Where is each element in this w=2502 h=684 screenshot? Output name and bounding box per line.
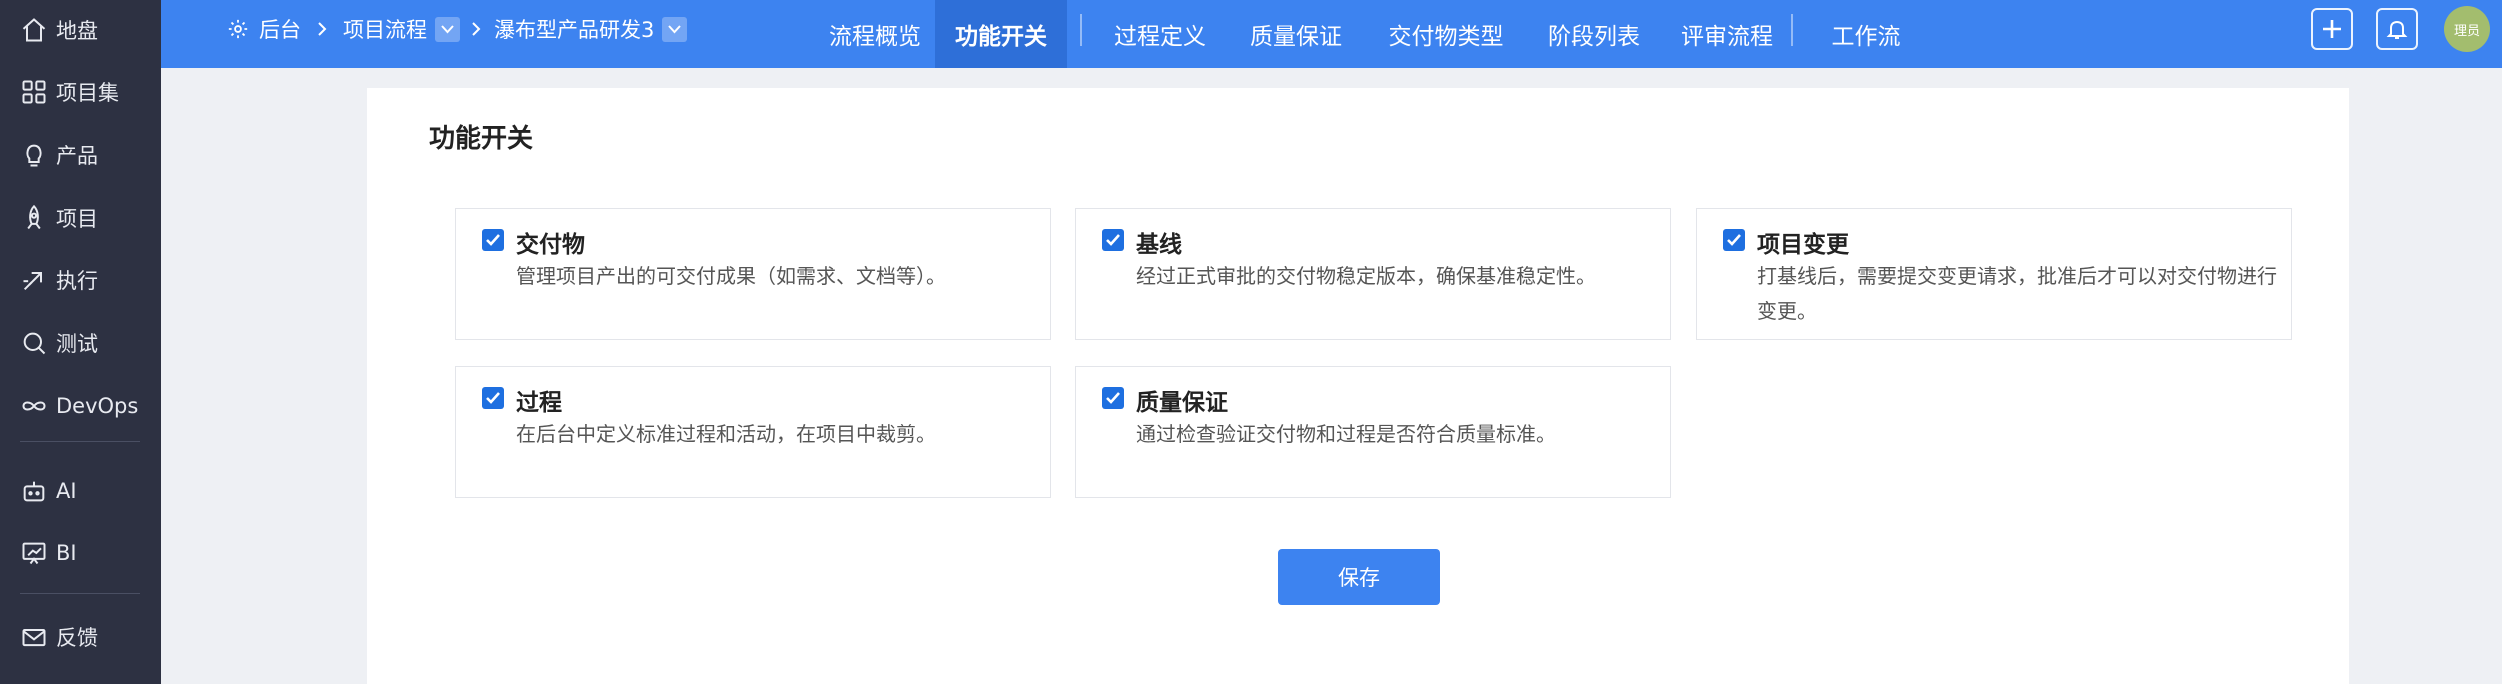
- feature-checkbox[interactable]: [1102, 229, 1124, 251]
- sidebar-item-program[interactable]: 项目集: [0, 68, 161, 116]
- sprint-icon: [23, 272, 42, 291]
- sidebar-item-label: 产品: [56, 144, 98, 168]
- feature-title: 交付物: [516, 232, 585, 258]
- tab-quality-assurance[interactable]: 质量保证: [1231, 0, 1361, 68]
- breadcrumb-process-label: 项目流程: [343, 18, 427, 42]
- tab-label: 过程定义: [1114, 24, 1206, 50]
- sidebar-divider: [20, 441, 140, 442]
- tab-stage-list[interactable]: 阶段列表: [1529, 0, 1659, 68]
- sidebar-divider: [20, 593, 140, 594]
- home-icon: [22, 18, 46, 42]
- tab-label: 工作流: [1831, 24, 1901, 50]
- tab-review-flow[interactable]: 评审流程: [1662, 0, 1792, 68]
- gear-icon: [228, 19, 248, 39]
- tab-divider: [1791, 14, 1793, 46]
- breadcrumb-process[interactable]: 项目流程: [343, 0, 460, 58]
- sidebar-item-execution[interactable]: 执行: [0, 256, 161, 304]
- feature-title: 质量保证: [1136, 390, 1228, 416]
- sidebar-item-test[interactable]: 测试: [0, 319, 161, 367]
- sidebar-item-label: BI: [56, 541, 77, 565]
- grid-icon: [22, 80, 46, 104]
- tab-overview[interactable]: 流程概览: [812, 0, 938, 68]
- tab-label: 功能开关: [955, 24, 1047, 50]
- feature-checkbox[interactable]: [1723, 229, 1745, 251]
- tab-process-definition[interactable]: 过程定义: [1095, 0, 1225, 68]
- feature-checkbox[interactable]: [482, 387, 504, 409]
- tab-deliverable-types[interactable]: 交付物类型: [1367, 0, 1525, 68]
- tab-divider: [1080, 14, 1082, 46]
- sidebar-item-label: 地盘: [56, 19, 98, 43]
- tab-label: 流程概览: [829, 24, 921, 50]
- feature-title: 基线: [1136, 232, 1182, 258]
- feature-card-process: 过程 在后台中定义标准过程和活动，在项目中裁剪。: [455, 366, 1051, 498]
- feature-description: 通过检查验证交付物和过程是否符合质量标准。: [1136, 422, 1556, 446]
- sidebar-item-label: 反馈: [56, 626, 98, 650]
- sidebar-item-label: 执行: [56, 269, 98, 293]
- breadcrumb-root[interactable]: 后台: [227, 0, 301, 58]
- sidebar-item-home[interactable]: 地盘: [0, 6, 161, 54]
- save-button[interactable]: 保存: [1278, 549, 1440, 605]
- chevron-right-icon: [470, 0, 482, 58]
- add-button[interactable]: [2311, 8, 2353, 50]
- feature-card-deliverable: 交付物 管理项目产出的可交付成果（如需求、文档等）。: [455, 208, 1051, 340]
- rocket-icon: [27, 204, 41, 230]
- feature-checkbox[interactable]: [1102, 387, 1124, 409]
- tab-feature-switch[interactable]: 功能开关: [935, 0, 1067, 68]
- feature-card-change: 项目变更 打基线后，需要提交变更请求，批准后才可以对交付物进行变更。: [1696, 208, 2292, 340]
- breadcrumb-current-label: 瀑布型产品研发3: [494, 18, 655, 42]
- feature-description: 管理项目产出的可交付成果（如需求、文档等）。: [516, 264, 946, 288]
- sidebar-item-label: 项目: [56, 207, 98, 231]
- sidebar: 地盘 项目集 产品 项目 执行 测试 DevOps AI BI 反馈: [0, 0, 161, 684]
- infinity-icon: [22, 401, 46, 411]
- tab-label: 质量保证: [1250, 24, 1342, 50]
- checkmark-icon: [1106, 234, 1120, 246]
- top-bar: 后台 项目流程 瀑布型产品研发3 流程概览 功能开关 过程定义 质量保证 交付物…: [161, 0, 2502, 68]
- bell-icon: [2386, 20, 2408, 39]
- sidebar-item-label: 项目集: [56, 81, 119, 105]
- feature-checkbox[interactable]: [482, 229, 504, 251]
- sidebar-item-label: DevOps: [56, 394, 139, 418]
- breadcrumb-current[interactable]: 瀑布型产品研发3: [494, 0, 688, 58]
- sidebar-item-devops[interactable]: DevOps: [0, 382, 161, 430]
- notification-button[interactable]: [2376, 8, 2418, 50]
- checkmark-icon: [1106, 392, 1120, 404]
- tab-label: 交付物类型: [1388, 24, 1504, 50]
- sidebar-item-product[interactable]: 产品: [0, 131, 161, 179]
- feature-description: 在后台中定义标准过程和活动，在项目中裁剪。: [516, 422, 936, 446]
- feature-description: 打基线后，需要提交变更请求，批准后才可以对交付物进行变更。: [1757, 264, 2277, 323]
- plus-icon: [2323, 20, 2341, 38]
- magnifier-icon: [23, 332, 46, 355]
- page-title: 功能开关: [429, 124, 534, 154]
- chevron-right-icon: [316, 0, 328, 58]
- checkmark-icon: [486, 392, 500, 404]
- breadcrumb-root-label: 后台: [259, 18, 301, 42]
- chevron-down-icon[interactable]: [435, 16, 460, 42]
- sidebar-item-feedback[interactable]: 反馈: [0, 613, 161, 661]
- feature-card-quality: 质量保证 通过检查验证交付物和过程是否符合质量标准。: [1075, 366, 1671, 498]
- sidebar-item-bi[interactable]: BI: [0, 529, 161, 577]
- sidebar-item-project[interactable]: 项目: [0, 194, 161, 242]
- tab-workflow[interactable]: 工作流: [1811, 0, 1921, 68]
- checkmark-icon: [1727, 234, 1741, 246]
- checkmark-icon: [486, 234, 500, 246]
- feature-title: 项目变更: [1757, 232, 1849, 258]
- lightbulb-icon: [26, 144, 42, 167]
- envelope-icon: [22, 629, 46, 647]
- sidebar-item-label: AI: [56, 479, 77, 503]
- tab-label: 阶段列表: [1548, 24, 1640, 50]
- tab-label: 评审流程: [1681, 24, 1773, 50]
- sidebar-item-label: 测试: [56, 332, 98, 356]
- feature-description: 经过正式审批的交付物稳定版本，确保基准稳定性。: [1136, 264, 1596, 288]
- chevron-down-icon[interactable]: [662, 16, 688, 42]
- chart-board-icon: [22, 542, 46, 565]
- sidebar-item-ai[interactable]: AI: [0, 467, 161, 515]
- avatar-text: 理员: [2453, 23, 2480, 39]
- feature-card-baseline: 基线 经过正式审批的交付物稳定版本，确保基准稳定性。: [1075, 208, 1671, 340]
- feature-switch-panel: 功能开关 交付物 管理项目产出的可交付成果（如需求、文档等）。 基线 经过正式审…: [367, 88, 2349, 684]
- avatar[interactable]: 理员: [2444, 6, 2490, 52]
- robot-icon: [23, 481, 45, 502]
- feature-title: 过程: [516, 390, 562, 416]
